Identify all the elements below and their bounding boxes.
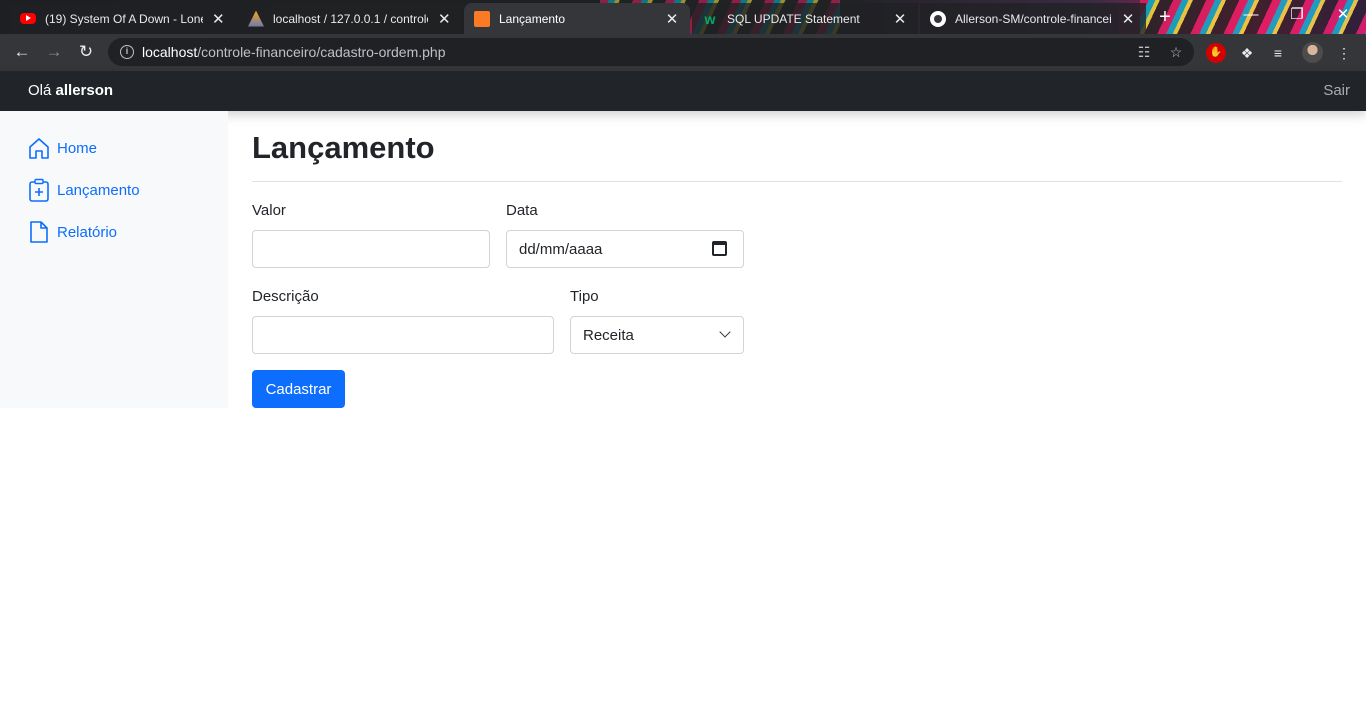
valor-input[interactable]: [252, 230, 490, 268]
tipo-selected-value: Receita: [583, 326, 634, 344]
browser-tab[interactable]: Allerson-SM/controle-financei ✕: [920, 3, 1146, 34]
new-tab-button[interactable]: +: [1153, 6, 1177, 28]
clipboard-plus-icon: [29, 178, 49, 202]
sidebar: Home Lançamento Relatório: [0, 111, 228, 408]
chevron-down-icon: [719, 326, 731, 338]
close-tab-icon[interactable]: ✕: [211, 10, 226, 28]
user-name: allerson: [55, 82, 114, 99]
cadastrar-button[interactable]: Cadastrar: [252, 370, 345, 408]
sidebar-item-home[interactable]: Home: [28, 136, 97, 160]
tab-title: Allerson-SM/controle-financei: [955, 11, 1112, 26]
extensions-puzzle-icon[interactable]: ❖: [1237, 43, 1257, 63]
title-divider: [252, 181, 1342, 182]
forward-arrow-icon[interactable]: →: [41, 40, 67, 66]
close-tab-icon[interactable]: ✕: [892, 10, 908, 28]
tab-title: SQL UPDATE Statement: [727, 11, 860, 26]
phpmyadmin-icon: [248, 10, 264, 27]
tab-title: (19) System Of A Down - Lonel: [45, 11, 203, 26]
sidebar-item-label: Relatório: [57, 223, 118, 241]
user-greeting: Olá allerson: [28, 82, 114, 99]
close-window-icon[interactable]: ✕: [1320, 0, 1366, 34]
descricao-label: Descrição: [252, 288, 319, 305]
logout-link[interactable]: Sair: [1323, 82, 1350, 99]
profile-avatar[interactable]: [1302, 42, 1323, 63]
file-icon: [30, 221, 48, 243]
close-tab-icon[interactable]: ✕: [1120, 10, 1136, 28]
xampp-icon: [474, 10, 490, 27]
tab-title: localhost / 127.0.0.1 / controle: [273, 11, 429, 26]
house-icon: [29, 138, 49, 159]
site-info-icon[interactable]: i: [120, 45, 134, 59]
sidebar-item-label: Home: [57, 139, 98, 157]
browser-toolbar: ← → ↻ i localhost/controle-financeiro/ca…: [0, 34, 1366, 71]
date-placeholder: dd/mm/aaaa: [519, 240, 603, 258]
url-text[interactable]: localhost/controle-financeiro/cadastro-o…: [142, 44, 446, 60]
calendar-icon[interactable]: [712, 241, 727, 256]
youtube-icon: [20, 13, 36, 24]
site-navbar: Olá allerson Sair: [0, 71, 1366, 111]
page-title: Lançamento: [252, 130, 435, 165]
restore-window-icon[interactable]: ❐: [1274, 0, 1320, 34]
browser-tab-strip: (19) System Of A Down - Lonel ✕ localhos…: [0, 0, 1366, 34]
minimize-window-icon[interactable]: —: [1228, 0, 1274, 34]
close-tab-icon[interactable]: ✕: [436, 10, 452, 28]
address-bar[interactable]: i localhost/controle-financeiro/cadastro…: [108, 38, 1194, 66]
bookmark-star-icon[interactable]: ☆: [1164, 38, 1188, 66]
descricao-input[interactable]: [252, 316, 554, 354]
tipo-label: Tipo: [570, 288, 599, 305]
w3schools-icon: w: [704, 10, 716, 27]
valor-label: Valor: [252, 202, 286, 219]
date-input[interactable]: dd/mm/aaaa: [506, 230, 744, 268]
more-menu-icon[interactable]: ⋮: [1334, 43, 1354, 63]
reload-icon[interactable]: ↻: [73, 40, 99, 66]
data-label: Data: [506, 202, 538, 219]
browser-tab-active[interactable]: Lançamento ✕: [464, 3, 690, 34]
close-tab-icon[interactable]: ✕: [664, 10, 680, 28]
media-queue-icon[interactable]: ≡: [1268, 43, 1288, 63]
tab-title: Lançamento: [499, 11, 566, 26]
sidebar-item-lancamento[interactable]: Lançamento: [28, 178, 140, 202]
browser-tab[interactable]: w SQL UPDATE Statement ✕: [692, 3, 918, 34]
sidebar-item-label: Lançamento: [57, 181, 140, 199]
browser-tab[interactable]: (19) System Of A Down - Lonel ✕: [10, 3, 236, 34]
tipo-select[interactable]: Receita: [570, 316, 744, 354]
adblock-extension-icon[interactable]: ✋: [1206, 43, 1226, 63]
back-arrow-icon[interactable]: ←: [9, 40, 35, 66]
github-icon: [930, 10, 946, 27]
sidebar-item-relatorio[interactable]: Relatório: [28, 220, 117, 244]
translate-icon[interactable]: ☷: [1132, 38, 1156, 66]
browser-tab[interactable]: localhost / 127.0.0.1 / controle ✕: [238, 3, 462, 34]
